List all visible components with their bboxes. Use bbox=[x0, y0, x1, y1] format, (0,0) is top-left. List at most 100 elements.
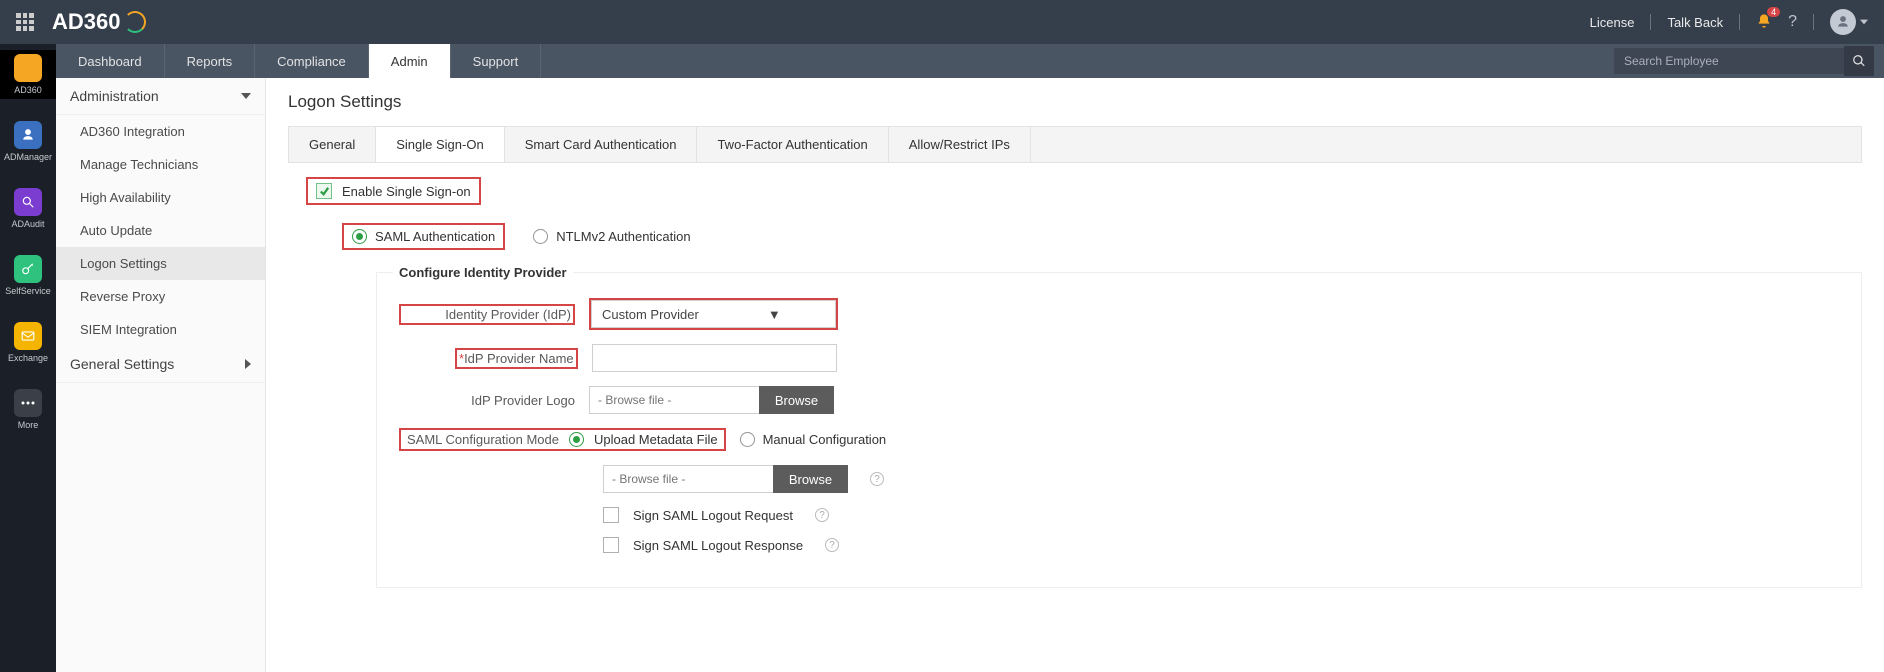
divider bbox=[1739, 14, 1740, 30]
metadata-browse-button[interactable]: Browse bbox=[773, 465, 848, 493]
avatar-icon bbox=[1830, 9, 1856, 35]
idp-logo-browse-button[interactable]: Browse bbox=[759, 386, 834, 414]
sign-logout-req-checkbox[interactable] bbox=[603, 507, 619, 523]
rail-item-ad360[interactable]: AD360 bbox=[0, 50, 56, 99]
main-nav: Dashboard Reports Compliance Admin Suppo… bbox=[0, 44, 1884, 78]
subtab-sso[interactable]: Single Sign-On bbox=[376, 127, 504, 162]
manual-config-radio[interactable] bbox=[740, 432, 755, 447]
top-bar-right: License Talk Back 4 ? bbox=[1590, 9, 1868, 35]
main-tabs: Dashboard Reports Compliance Admin Suppo… bbox=[56, 44, 541, 78]
rail-item-exchange[interactable]: Exchange bbox=[0, 318, 56, 367]
rail-item-selfservice[interactable]: SelfService bbox=[0, 251, 56, 300]
rail-item-adaudit[interactable]: ADAudit bbox=[0, 184, 56, 233]
subtab-smartcard[interactable]: Smart Card Authentication bbox=[505, 127, 698, 162]
help-icon[interactable]: ? bbox=[815, 508, 829, 522]
sidebar-section-general-settings[interactable]: General Settings bbox=[56, 346, 265, 383]
saml-auth-highlight: SAML Authentication bbox=[342, 223, 505, 250]
apps-launcher-icon[interactable] bbox=[16, 13, 34, 31]
license-link[interactable]: License bbox=[1590, 15, 1635, 30]
manual-config-option: Manual Configuration bbox=[740, 432, 887, 447]
mail-icon bbox=[14, 322, 42, 350]
idp-name-input[interactable] bbox=[592, 344, 837, 372]
sidebar-item-manage-technicians[interactable]: Manage Technicians bbox=[56, 148, 265, 181]
brand-text: AD360 bbox=[52, 9, 120, 35]
subtab-general[interactable]: General bbox=[289, 127, 376, 162]
idp-config-panel: Configure Identity Provider Identity Pro… bbox=[376, 272, 1862, 588]
user-menu[interactable] bbox=[1830, 9, 1868, 35]
help-icon[interactable]: ? bbox=[870, 472, 884, 486]
divider bbox=[1813, 14, 1814, 30]
idp-select-value: Custom Provider bbox=[592, 307, 714, 322]
metadata-file-input[interactable] bbox=[603, 465, 773, 493]
sign-logout-resp-label: Sign SAML Logout Response bbox=[633, 538, 803, 553]
sidebar-item-siem-integration[interactable]: SIEM Integration bbox=[56, 313, 265, 346]
tab-dashboard[interactable]: Dashboard bbox=[56, 44, 165, 78]
person-icon bbox=[14, 121, 42, 149]
ntlm-auth-radio[interactable] bbox=[533, 229, 548, 244]
enable-sso-label: Enable Single Sign-on bbox=[342, 184, 471, 199]
page-title: Logon Settings bbox=[288, 92, 1862, 112]
sidebar-item-high-availability[interactable]: High Availability bbox=[56, 181, 265, 214]
search-input[interactable] bbox=[1614, 48, 1844, 74]
saml-auth-radio[interactable] bbox=[352, 229, 367, 244]
sign-logout-resp-checkbox[interactable] bbox=[603, 537, 619, 553]
search-button[interactable] bbox=[1844, 46, 1874, 76]
help-icon[interactable]: ? bbox=[825, 538, 839, 552]
notifications-button[interactable]: 4 bbox=[1756, 13, 1772, 32]
subtab-allowrestrict[interactable]: Allow/Restrict IPs bbox=[889, 127, 1031, 162]
divider bbox=[1650, 14, 1651, 30]
sidebar-item-reverse-proxy[interactable]: Reverse Proxy bbox=[56, 280, 265, 313]
rail-item-label: Exchange bbox=[8, 353, 48, 363]
sidebar-item-ad360-integration[interactable]: AD360 Integration bbox=[56, 115, 265, 148]
rail-item-label: SelfService bbox=[5, 286, 51, 296]
search-icon bbox=[1852, 54, 1866, 68]
idp-logo-row: IdP Provider Logo Browse bbox=[399, 386, 1839, 414]
manual-config-label: Manual Configuration bbox=[763, 432, 887, 447]
enable-sso-checkbox[interactable] bbox=[316, 183, 332, 199]
idp-label: Identity Provider (IdP) bbox=[445, 307, 571, 322]
sidebar-section-administration[interactable]: Administration bbox=[56, 78, 265, 115]
idp-select[interactable]: Custom Provider ▼ bbox=[591, 300, 836, 328]
saml-mode-highlight: SAML Configuration Mode Upload Metadata … bbox=[399, 428, 726, 451]
tab-support[interactable]: Support bbox=[451, 44, 542, 78]
search-icon bbox=[14, 188, 42, 216]
idp-logo-browse: Browse bbox=[589, 386, 834, 414]
sidebar-item-logon-settings[interactable]: Logon Settings bbox=[56, 247, 265, 280]
sign-logout-req-row: Sign SAML Logout Request ? bbox=[399, 507, 1839, 523]
idp-row: Identity Provider (IdP) Custom Provider … bbox=[399, 298, 1839, 330]
chevron-down-icon: ▼ bbox=[714, 307, 836, 322]
idp-panel-title: Configure Identity Provider bbox=[393, 265, 573, 280]
upload-metadata-radio[interactable] bbox=[569, 432, 584, 447]
sidebar-item-auto-update[interactable]: Auto Update bbox=[56, 214, 265, 247]
sidebar-section-title: Administration bbox=[70, 88, 159, 104]
sign-logout-resp-row: Sign SAML Logout Response ? bbox=[399, 537, 1839, 553]
main-area: Administration AD360 Integration Manage … bbox=[56, 78, 1884, 672]
subtab-2fa[interactable]: Two-Factor Authentication bbox=[697, 127, 888, 162]
idp-logo-label: IdP Provider Logo bbox=[399, 393, 575, 408]
settings-subtabs: General Single Sign-On Smart Card Authen… bbox=[288, 126, 1862, 163]
idp-logo-file-input[interactable] bbox=[589, 386, 759, 414]
rail-item-admanager[interactable]: ADManager bbox=[0, 117, 56, 166]
rail-item-label: AD360 bbox=[14, 85, 42, 95]
sso-form: Enable Single Sign-on SAML Authenticatio… bbox=[288, 177, 1862, 588]
tab-compliance[interactable]: Compliance bbox=[255, 44, 369, 78]
idp-name-row: *IdP Provider Name bbox=[399, 344, 1839, 372]
sidebar-section-title: General Settings bbox=[70, 356, 174, 372]
key-icon bbox=[14, 255, 42, 283]
rail-item-label: ADManager bbox=[4, 152, 52, 162]
metadata-file-row: Browse ? bbox=[399, 465, 1839, 493]
saml-mode-row: SAML Configuration Mode Upload Metadata … bbox=[399, 428, 1839, 451]
sidebar: Administration AD360 Integration Manage … bbox=[56, 78, 266, 672]
talkback-link[interactable]: Talk Back bbox=[1667, 15, 1723, 30]
chevron-down-icon bbox=[241, 91, 251, 101]
left-rail: AD360 ADManager ADAudit SelfService Exch… bbox=[0, 44, 56, 672]
tab-reports[interactable]: Reports bbox=[165, 44, 256, 78]
chevron-down-icon bbox=[1860, 18, 1868, 26]
check-icon bbox=[319, 186, 330, 197]
idp-name-label-highlight: *IdP Provider Name bbox=[455, 348, 578, 369]
tab-admin[interactable]: Admin bbox=[369, 44, 451, 78]
notification-badge: 4 bbox=[1767, 7, 1780, 17]
top-bar: AD360 License Talk Back 4 ? bbox=[0, 0, 1884, 44]
rail-item-more[interactable]: More bbox=[0, 385, 56, 434]
help-button[interactable]: ? bbox=[1788, 13, 1797, 31]
